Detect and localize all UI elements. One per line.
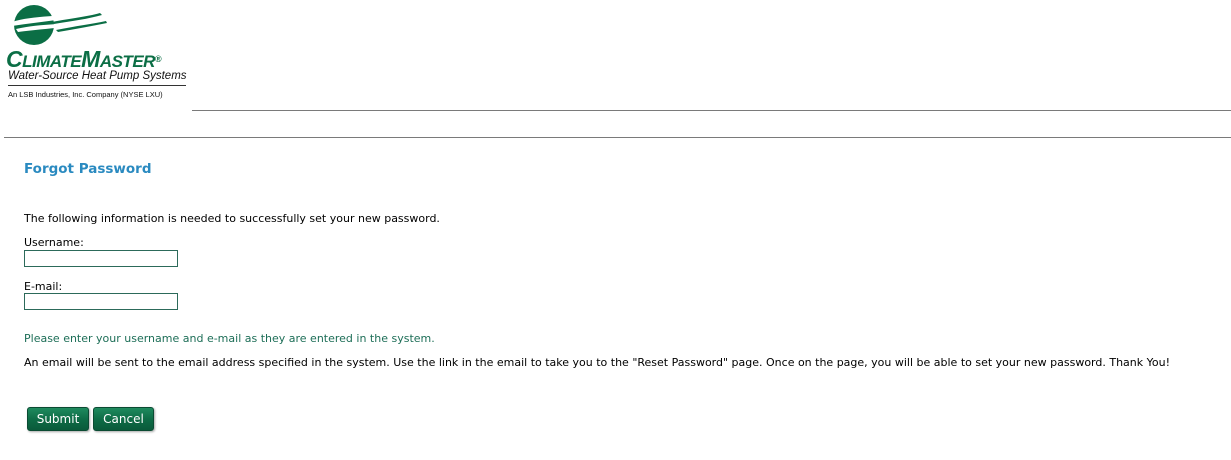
info-text: An email will be sent to the email addre… (24, 356, 1170, 369)
email-input[interactable] (24, 293, 178, 310)
forgot-password-page: CLIMATEMASTER® Water-Source Heat Pump Sy… (0, 0, 1231, 460)
header-divider-top (192, 110, 1231, 111)
logo-globe-icon (12, 5, 107, 45)
username-input[interactable] (24, 250, 178, 267)
submit-button[interactable]: Submit (27, 407, 89, 431)
hint-text: Please enter your username and e-mail as… (24, 332, 435, 345)
climatemaster-logo: CLIMATEMASTER® Water-Source Heat Pump Sy… (4, 3, 194, 101)
header-divider (4, 137, 1231, 138)
intro-text: The following information is needed to s… (24, 212, 440, 225)
logo-tagline: Water-Source Heat Pump Systems (8, 70, 187, 86)
username-label: Username: (24, 236, 84, 249)
email-label: E-mail: (24, 280, 63, 293)
cancel-button[interactable]: Cancel (93, 407, 154, 431)
page-title: Forgot Password (24, 161, 152, 177)
logo-company-line: An LSB Industries, Inc. Company (NYSE LX… (8, 90, 163, 99)
